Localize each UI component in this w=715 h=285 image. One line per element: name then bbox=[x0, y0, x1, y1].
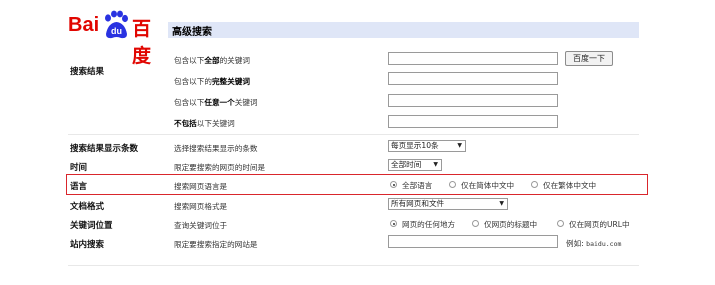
header-bar bbox=[168, 22, 639, 38]
site-search-input[interactable] bbox=[388, 235, 558, 248]
language-radio-traditional[interactable] bbox=[531, 181, 538, 188]
format-label: 文档格式 bbox=[70, 202, 105, 212]
exact-phrase-input[interactable] bbox=[388, 72, 558, 85]
chevron-down-icon: ▼ bbox=[433, 161, 438, 168]
divider bbox=[68, 134, 639, 135]
chevron-down-icon: ▼ bbox=[499, 200, 504, 207]
exact-phrase-desc: 包含以下的完整关键词 bbox=[174, 77, 250, 86]
all-keywords-input[interactable] bbox=[388, 52, 558, 65]
format-select[interactable]: 所有网页和文件 ▼ bbox=[388, 198, 508, 210]
position-radio-url[interactable] bbox=[557, 220, 564, 227]
any-keyword-input[interactable] bbox=[388, 94, 558, 107]
time-select[interactable]: 全部时间 ▼ bbox=[388, 159, 442, 171]
logo-bai: Bai bbox=[68, 14, 100, 36]
baidu-logo: Bai du 百度 bbox=[68, 10, 164, 67]
position-option-anywhere: 网页的任何地方 bbox=[402, 220, 456, 229]
all-keywords-desc: 包含以下全部的关键词 bbox=[174, 56, 250, 65]
result-count-label: 搜索结果显示条数 bbox=[70, 144, 139, 154]
format-desc: 搜索网页格式是 bbox=[174, 202, 228, 211]
bottom-divider bbox=[68, 265, 639, 266]
search-button[interactable]: 百度一下 bbox=[565, 51, 613, 66]
position-radio-anywhere[interactable] bbox=[390, 220, 397, 227]
language-option-traditional: 仅在繁体中文中 bbox=[543, 181, 597, 190]
site-search-label: 站内搜索 bbox=[70, 240, 105, 250]
language-radio-all[interactable] bbox=[390, 181, 397, 188]
chevron-down-icon: ▼ bbox=[457, 142, 462, 149]
any-keyword-desc: 包含以下任意一个关键词 bbox=[174, 98, 258, 107]
logo-baidu-cn: 百度 bbox=[132, 19, 152, 67]
search-results-label: 搜索结果 bbox=[70, 67, 105, 77]
language-option-all: 全部语言 bbox=[402, 181, 433, 190]
time-label: 时间 bbox=[70, 163, 88, 173]
paw-icon: du bbox=[105, 10, 128, 39]
language-radio-simplified[interactable] bbox=[449, 181, 456, 188]
position-option-title: 仅网页的标题中 bbox=[484, 220, 538, 229]
exclude-keywords-input[interactable] bbox=[388, 115, 558, 128]
language-option-simplified: 仅在简体中文中 bbox=[461, 181, 515, 190]
logo-du: du bbox=[111, 26, 122, 36]
language-desc: 搜索网页语言是 bbox=[174, 182, 228, 191]
position-radio-title[interactable] bbox=[472, 220, 479, 227]
keyword-position-desc: 查询关键词位于 bbox=[174, 221, 228, 230]
exclude-keywords-desc: 不包括以下关键词 bbox=[174, 119, 235, 128]
page-title: 高级搜索 bbox=[172, 27, 212, 38]
site-search-example: 例如: baidu.com bbox=[566, 239, 622, 248]
result-count-desc: 选择搜索结果显示的条数 bbox=[174, 144, 258, 153]
keyword-position-label: 关键词位置 bbox=[70, 221, 113, 231]
result-count-select[interactable]: 每页显示10条 ▼ bbox=[388, 140, 466, 152]
language-label: 语言 bbox=[70, 182, 88, 192]
time-desc: 限定要搜索的网页的时间是 bbox=[174, 163, 266, 172]
site-search-desc: 限定要搜索指定的网站是 bbox=[174, 240, 258, 249]
position-option-url: 仅在网页的URL中 bbox=[569, 220, 630, 229]
